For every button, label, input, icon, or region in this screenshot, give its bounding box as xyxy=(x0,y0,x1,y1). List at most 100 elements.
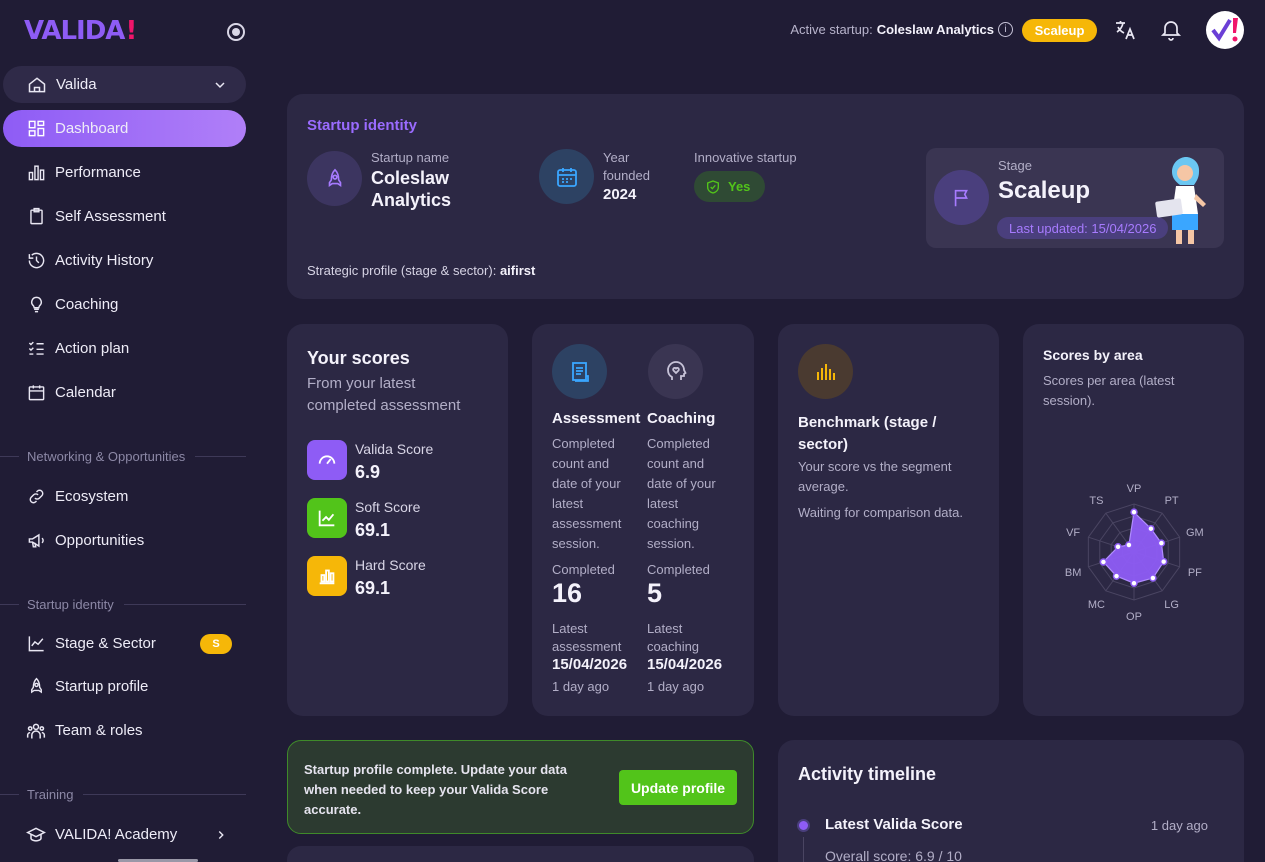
coaching-completed-label: Completed xyxy=(647,562,710,577)
sidebar-item-activity-history[interactable]: Activity History xyxy=(3,242,246,279)
section-title-networking: Networking & Opportunities xyxy=(0,449,246,464)
sidebar-item-startup-profile[interactable]: Startup profile xyxy=(3,668,246,705)
timeline-dot-icon xyxy=(797,819,810,832)
team-icon xyxy=(26,721,46,741)
startup-name-value: Coleslaw Analytics xyxy=(371,168,452,210)
radar-point xyxy=(1149,574,1157,582)
radar-point xyxy=(1125,541,1133,549)
chevron-right-icon xyxy=(214,828,228,842)
valida-mark-icon xyxy=(1211,18,1238,42)
calendar-icon xyxy=(539,149,594,204)
bar-chart-icon xyxy=(26,163,46,183)
bell-icon[interactable] xyxy=(1159,18,1183,42)
startup-identity-card: Startup identity Startup name Coleslaw An… xyxy=(287,94,1244,299)
sidebar-item-action-plan[interactable]: Action plan xyxy=(3,330,246,367)
section-title-identity: Startup identity xyxy=(0,597,246,612)
graduation-icon xyxy=(26,825,46,845)
avatar[interactable] xyxy=(1206,11,1244,49)
sidebar-item-label: Self Assessment xyxy=(55,208,166,225)
waiting-text: Waiting for comparison data. xyxy=(798,505,963,520)
sidebar-item-calendar[interactable]: Calendar xyxy=(3,374,246,411)
coaching-completed-value: 5 xyxy=(647,578,663,608)
link-icon xyxy=(26,487,46,507)
sidebar-item-label: Activity History xyxy=(55,252,154,269)
card-title: Benchmark (stage / sector) xyxy=(798,414,937,453)
year-founded-value: 2024 xyxy=(603,186,637,203)
score-value: 6.9 xyxy=(355,462,381,482)
translate-icon[interactable] xyxy=(1113,18,1137,42)
sidebar-item-dashboard[interactable]: Dashboard xyxy=(3,110,246,147)
valida-score: Valida Score 6.9 xyxy=(307,440,433,483)
radar-point xyxy=(1130,579,1138,587)
sidebar-item-opportunities[interactable]: Opportunities xyxy=(3,522,246,559)
latest-coaching-ago: 1 day ago xyxy=(647,679,705,694)
sidebar-item-performance[interactable]: Performance xyxy=(3,154,246,191)
update-profile-button[interactable]: Update profile xyxy=(619,770,737,805)
sidebar-item-label: Ecosystem xyxy=(55,488,129,505)
card-description: Your score vs the segment average. xyxy=(798,459,952,494)
sidebar-item-self-assessment[interactable]: Self Assessment xyxy=(3,198,246,235)
section-title-training: Training xyxy=(0,787,246,802)
last-updated-badge: Last updated: 15/04/2026 xyxy=(997,217,1169,239)
head-heart-icon xyxy=(648,344,703,399)
topbar: Active startup: Coleslaw Analytics i Sca… xyxy=(262,0,1265,62)
sidebar-item-team-roles[interactable]: Team & roles xyxy=(3,712,246,749)
trend-icon xyxy=(26,634,46,654)
timeline-line xyxy=(803,837,804,862)
score-value: 69.1 xyxy=(355,520,391,540)
radar-point xyxy=(1112,572,1121,580)
radar-point xyxy=(1114,543,1122,551)
assessment-completed-label: Completed xyxy=(552,562,615,577)
sidebar-item-academy[interactable]: VALIDA! Academy xyxy=(3,816,246,853)
megaphone-icon xyxy=(26,531,46,551)
latest-assessment-label: Latest assessment xyxy=(552,621,622,654)
radar-point xyxy=(1157,539,1166,547)
valida-logo[interactable]: VALIDA! xyxy=(24,16,137,46)
hard-score: Hard Score 69.1 xyxy=(307,556,426,599)
sidebar-item-label: Coaching xyxy=(55,296,119,313)
card-subtitle: From your latest completed assessment xyxy=(307,375,461,414)
clipboard-icon xyxy=(26,207,46,227)
your-scores-card: Your scores From your latest completed as… xyxy=(287,324,508,716)
timeline-item-title: Latest Valida Score xyxy=(825,816,963,833)
score-value: 69.1 xyxy=(355,578,391,598)
soft-score: Soft Score 69.1 xyxy=(307,498,420,541)
sidebar-item-coaching[interactable]: Coaching xyxy=(3,286,246,323)
workspace-switcher[interactable]: Valida xyxy=(3,66,246,103)
stage-badge: S xyxy=(200,634,232,654)
activity-timeline-card: Activity timeline Latest Valida Score 1 … xyxy=(778,740,1244,862)
active-startup: Active startup: Coleslaw Analytics i xyxy=(790,22,1013,37)
rocket-icon xyxy=(307,151,362,206)
assessment-description: Completed count and date of your latest asse… xyxy=(552,436,622,551)
strategic-label: Strategic profile (stage & sector): xyxy=(307,263,497,278)
profile-complete-notice: Startup profile complete. Update your da… xyxy=(287,740,754,834)
latest-coaching-label: Latest coaching xyxy=(647,621,700,654)
sidebar: VALIDA! Valida Dashboard Performance Sel… xyxy=(0,0,262,862)
card-title: Your scores xyxy=(307,348,410,368)
active-startup-name: Coleslaw Analytics xyxy=(876,22,994,37)
benchmark-card: Benchmark (stage / sector) Your score vs … xyxy=(778,324,999,716)
timeline-item-detail: Overall score: 6.9 / 10 xyxy=(825,848,962,862)
calendar-icon xyxy=(26,383,46,403)
coaching-title: Coaching xyxy=(647,410,716,427)
sidebar-item-ecosystem[interactable]: Ecosystem xyxy=(3,478,246,515)
dashboard-icon xyxy=(26,119,46,139)
radar-axis-label: OP xyxy=(1126,611,1142,623)
timeline-item-time: 1 day ago xyxy=(1150,818,1208,833)
collapse-sidebar-button[interactable] xyxy=(227,23,245,41)
assessment-completed-value: 16 xyxy=(552,578,583,608)
radar-axis-label: PF xyxy=(1188,567,1202,579)
innovative-label: Innovative startup xyxy=(694,150,797,165)
character-illustration-icon xyxy=(1154,156,1216,248)
radar-axis-label: VP xyxy=(1127,483,1142,495)
sidebar-item-label: VALIDA! Academy xyxy=(55,826,178,843)
shield-check-icon xyxy=(705,179,721,195)
info-icon[interactable]: i xyxy=(998,22,1013,37)
card-title: Scores by area xyxy=(1043,347,1143,363)
rocket-icon xyxy=(26,677,46,697)
latest-assessment-ago: 1 day ago xyxy=(552,679,610,694)
innovative-value: Yes xyxy=(728,179,751,194)
checklist-icon xyxy=(26,339,46,359)
sidebar-item-label: Team & roles xyxy=(55,722,143,739)
stage-badge: Scaleup xyxy=(1022,19,1097,42)
